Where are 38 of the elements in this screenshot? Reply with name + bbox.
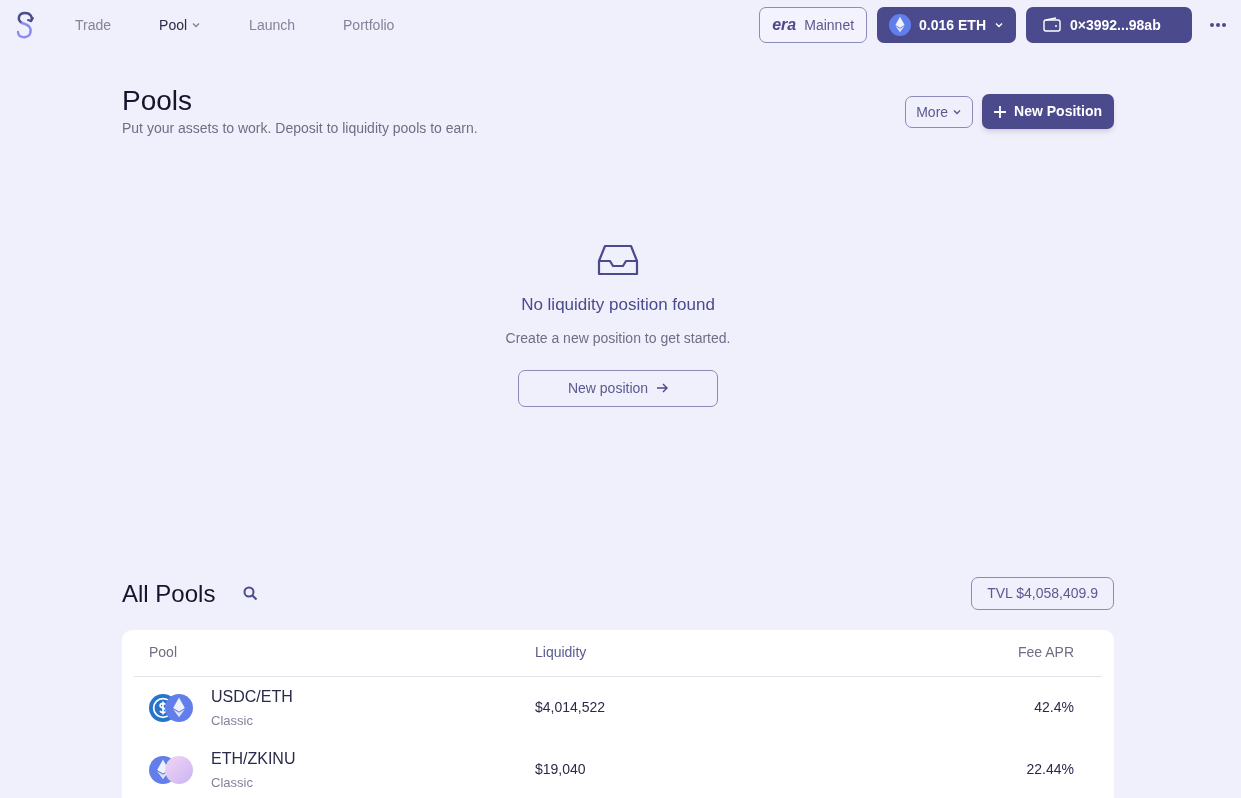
arrow-right-icon	[656, 383, 669, 393]
caret-icon	[952, 107, 963, 117]
pool-type: Classic	[211, 711, 254, 730]
new-position-button[interactable]: New position	[518, 369, 718, 407]
section-title: All Pools	[122, 578, 216, 609]
column-header[interactable]: Liquidity	[535, 644, 587, 660]
new-position-button[interactable]: New Position	[982, 94, 1114, 129]
pool-pair: USDC/ETH	[211, 686, 293, 707]
pool-pair: ETH/ZKINU	[211, 748, 296, 769]
empty-title: No liquidity position found	[521, 294, 715, 316]
gradient-orb-icon	[165, 755, 193, 784]
pool-row[interactable]: ETH/ZKINU Classic $19,040 22.44%	[134, 738, 1102, 798]
fee-apr-value: 42.4%	[1034, 699, 1074, 715]
inbox-icon	[597, 243, 639, 277]
wallet-button[interactable]: 0×3992...98ab	[1026, 7, 1192, 43]
balance-button[interactable]: 0.016 ETH	[877, 7, 1016, 43]
more-icon[interactable]	[1209, 22, 1227, 28]
more-button[interactable]: More	[905, 96, 974, 128]
plus-icon	[994, 105, 1007, 118]
caret-icon	[994, 20, 1004, 30]
wallet-icon	[1042, 17, 1062, 33]
ethereum-icon	[165, 693, 193, 722]
page-subtitle: Put your assets to work. Deposit to liquidity pools to earn.	[122, 119, 479, 138]
nav-tab[interactable]: Pool	[159, 14, 202, 36]
fee-apr-value: 22.44%	[1026, 761, 1074, 777]
page-title: Pools	[122, 85, 194, 117]
search-icon[interactable]	[243, 586, 259, 601]
liquidity-value: $4,014,522	[535, 699, 606, 715]
pool-type: Classic	[211, 773, 254, 792]
column-header[interactable]: Pool	[149, 644, 178, 660]
tvl-badge: TVL $4,058,409.9	[971, 577, 1114, 610]
network-button[interactable]: era Mainnet	[759, 7, 868, 43]
pool-row[interactable]: USDC/ETH Classic $4,014,522 42.4%	[134, 676, 1102, 739]
ethereum-icon	[889, 14, 912, 36]
network-logo: era	[772, 15, 797, 35]
column-header[interactable]: Fee APR	[1017, 644, 1074, 660]
empty-text: Create a new position to get started.	[505, 328, 731, 348]
liquidity-value: $19,040	[535, 761, 586, 777]
